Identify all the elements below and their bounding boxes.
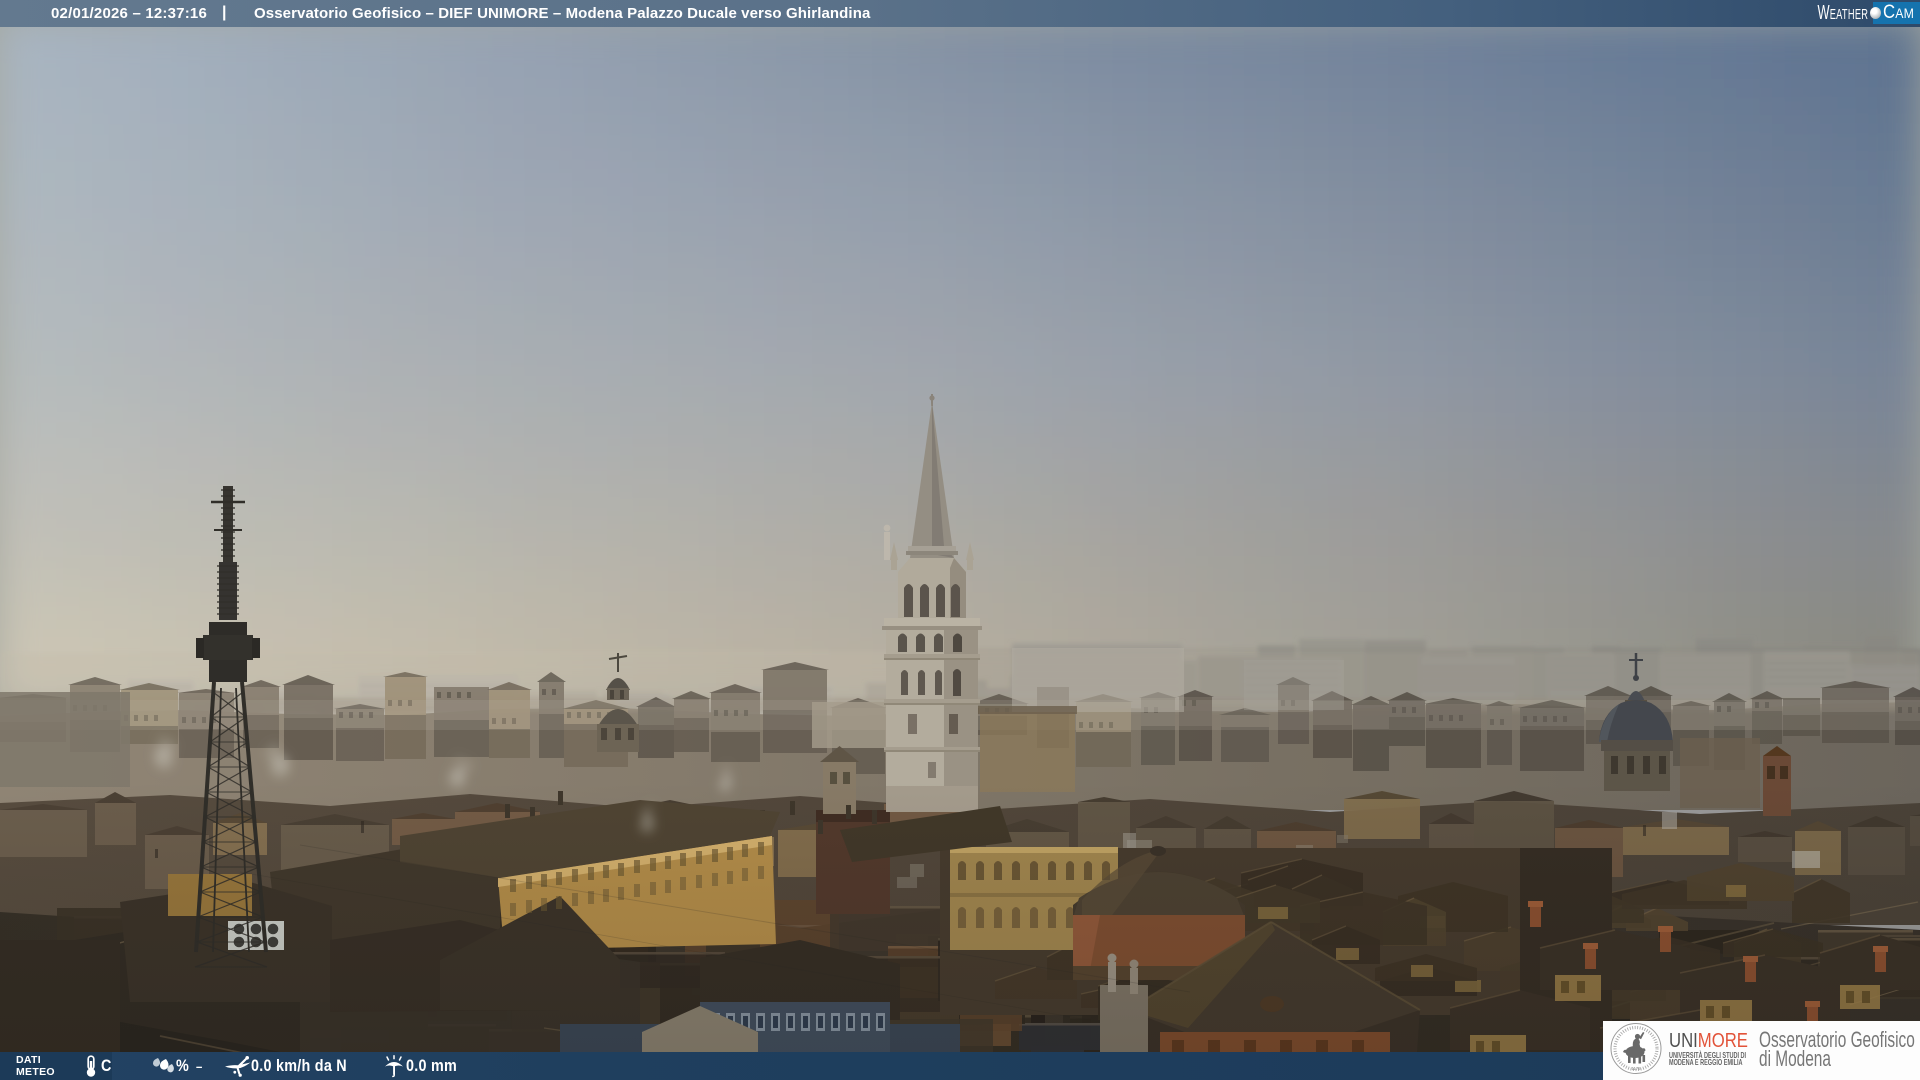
svg-text:1175: 1175	[1631, 1066, 1641, 1071]
